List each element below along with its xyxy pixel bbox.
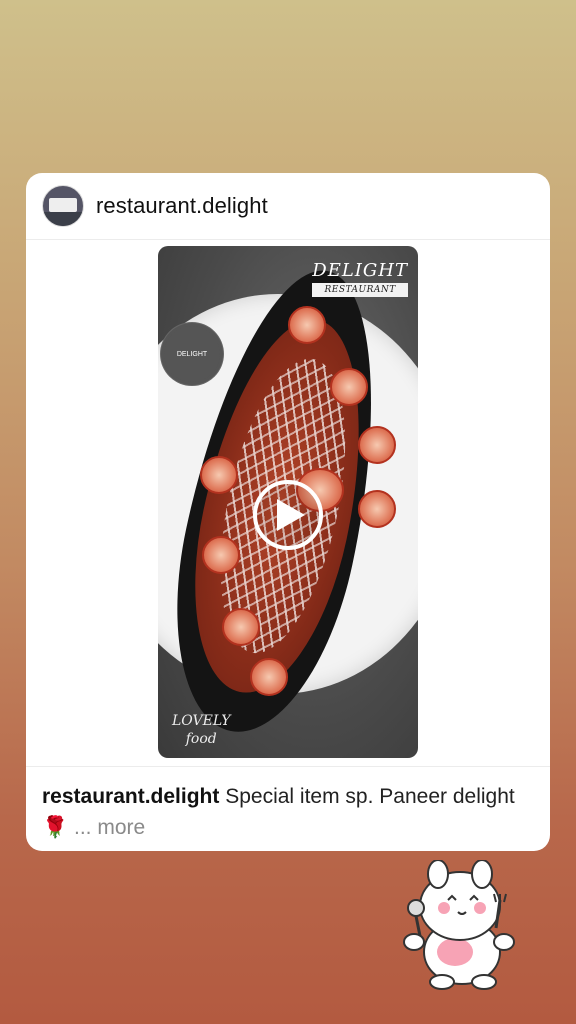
brand-subtitle: RESTAURANT (312, 283, 408, 297)
play-icon (277, 499, 305, 531)
bunny-sticker-icon (403, 860, 515, 990)
tomato-slice (202, 536, 240, 574)
tomato-slice (222, 608, 260, 646)
post-media[interactable]: DELIGHT RESTAURANT DELIGHT LOVELY food (26, 240, 550, 766)
post-header: restaurant.delight (26, 173, 550, 240)
avatar[interactable] (42, 185, 84, 227)
avatar-image-top (49, 198, 77, 212)
tomato-slice (358, 426, 396, 464)
caption-username[interactable]: restaurant.delight (42, 785, 219, 808)
rose-emoji: 🌹 (42, 816, 69, 839)
post-username[interactable]: restaurant.delight (96, 193, 268, 219)
brand-badge: DELIGHT (164, 326, 220, 382)
play-button[interactable] (253, 480, 323, 550)
tomato-slice (250, 658, 288, 696)
tomato-slice (358, 490, 396, 528)
brand-logo: DELIGHT RESTAURANT (312, 260, 408, 297)
post-card: restaurant.delight DELIGHT RESTAURANT DE… (26, 173, 550, 851)
tomato-slice (200, 456, 238, 494)
avatar-image-bottom (43, 212, 83, 226)
overlay-line1: LOVELY (172, 713, 231, 729)
brand-title: DELIGHT (312, 260, 408, 281)
caption-text: Special item sp. Paneer delight (225, 785, 515, 808)
lovely-food-overlay: LOVELY food (172, 712, 231, 748)
post-caption: restaurant.delight Special item sp. Pane… (26, 766, 550, 843)
overlay-line2: food (185, 731, 217, 747)
tomato-slice (330, 368, 368, 406)
more-link[interactable]: ... more (74, 816, 145, 839)
tomato-slice (288, 306, 326, 344)
